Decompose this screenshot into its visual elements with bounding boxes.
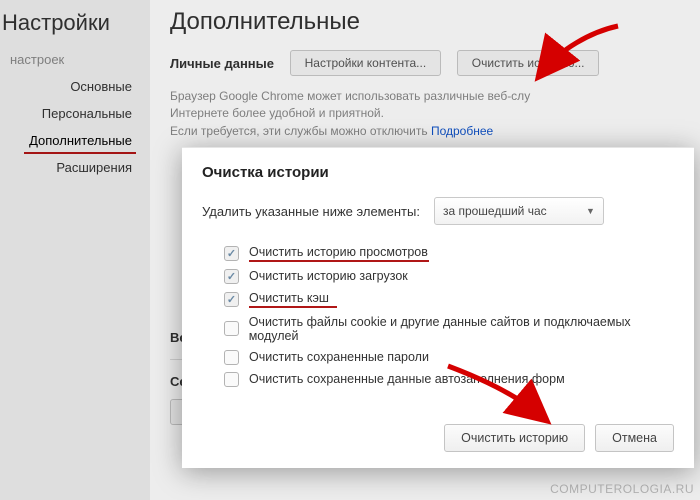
clear-history-button[interactable]: Очистить историю... [457, 50, 600, 76]
annotation-underline [249, 260, 429, 262]
option-label: Очистить кэш [249, 291, 337, 305]
option-label: Очистить историю загрузок [249, 269, 408, 283]
option-cache[interactable]: Очистить кэш [224, 287, 674, 311]
option-label: Очистить сохраненные пароли [249, 350, 429, 364]
content-settings-button[interactable]: Настройки контента... [290, 50, 442, 76]
desc-line-1: Браузер Google Chrome может использовать… [170, 89, 530, 103]
option-download-history[interactable]: Очистить историю загрузок [224, 265, 674, 287]
checkbox-icon[interactable] [224, 292, 239, 307]
clear-history-dialog: Очистка истории Удалить указанные ниже э… [182, 147, 694, 468]
option-label: Очистить историю просмотров [249, 245, 429, 259]
sidebar-item-basic[interactable]: Основные [0, 73, 150, 100]
desc-line-3a: Если требуется, эти службы можно отключи… [170, 124, 431, 138]
sidebar-sub: настроек [0, 48, 150, 73]
personal-data-row: Личные данные Настройки контента... Очис… [170, 50, 680, 76]
time-range-value: за прошедший час [443, 204, 547, 218]
chevron-down-icon: ▼ [586, 206, 595, 216]
checkbox-icon[interactable] [224, 246, 239, 261]
option-label: Очистить файлы cookie и другие данные са… [249, 315, 674, 343]
dialog-title: Очистка истории [202, 164, 674, 181]
time-range-select[interactable]: за прошедший час ▼ [434, 197, 604, 225]
option-autofill[interactable]: Очистить сохраненные данные автозаполнен… [224, 368, 674, 390]
sidebar-item-advanced[interactable]: Дополнительные [0, 127, 150, 154]
privacy-description: Браузер Google Chrome может использовать… [170, 88, 610, 140]
option-passwords[interactable]: Очистить сохраненные пароли [224, 346, 674, 368]
watermark: COMPUTEROLOGIA.RU [550, 482, 694, 496]
dialog-clear-button[interactable]: Очистить историю [444, 424, 585, 452]
option-label: Очистить сохраненные данные автозаполнен… [249, 372, 565, 386]
desc-line-2: Интернете более удобной и приятной. [170, 106, 384, 120]
checkbox-icon[interactable] [224, 350, 239, 365]
personal-data-label: Личные данные [170, 56, 274, 71]
checkbox-icon[interactable] [224, 321, 239, 336]
checkbox-icon[interactable] [224, 372, 239, 387]
annotation-underline [249, 306, 337, 308]
learn-more-link[interactable]: Подробнее [431, 124, 493, 138]
dialog-prompt: Удалить указанные ниже элементы: [202, 204, 420, 219]
page-title: Дополнительные [170, 8, 680, 50]
option-browsing-history[interactable]: Очистить историю просмотров [224, 241, 674, 265]
sidebar-item-personal[interactable]: Персональные [0, 100, 150, 127]
dialog-cancel-button[interactable]: Отмена [595, 424, 674, 452]
checkbox-icon[interactable] [224, 269, 239, 284]
sidebar-title: Настройки [0, 8, 150, 48]
option-cookies[interactable]: Очистить файлы cookie и другие данные са… [224, 311, 674, 346]
clear-options-list: Очистить историю просмотров Очистить ист… [202, 241, 674, 390]
settings-sidebar: Настройки настроек Основные Персональные… [0, 0, 150, 500]
sidebar-item-extensions[interactable]: Расширения [0, 154, 150, 181]
